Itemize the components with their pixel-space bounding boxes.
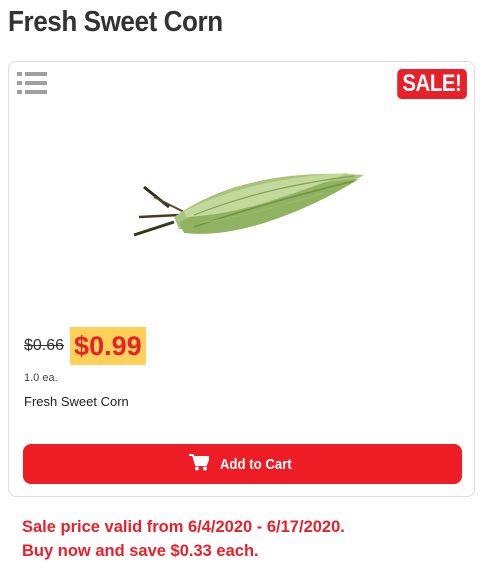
old-price: $0.66 xyxy=(24,337,65,354)
corn-image xyxy=(124,167,364,247)
add-to-cart-label: Add to Cart xyxy=(219,455,292,473)
product-name: Fresh Sweet Corn xyxy=(24,394,129,409)
sale-notice: Sale price valid from 6/4/2020 - 6/17/20… xyxy=(22,515,345,563)
cart-icon xyxy=(188,453,211,475)
sale-badge: SALE! xyxy=(396,69,466,99)
savings-text: Buy now and save $0.33 each. xyxy=(22,542,259,560)
add-to-cart-button[interactable]: Add to Cart xyxy=(23,444,462,484)
list-icon[interactable] xyxy=(17,70,47,96)
unit-quantity: 1.0 ea. xyxy=(24,372,58,384)
product-card: SALE! $0.66 $0.99 1.0 ea. Fresh Sweet Co… xyxy=(8,61,475,497)
page-title: Fresh Sweet Corn xyxy=(8,6,223,38)
sale-price: $0.99 xyxy=(70,327,146,365)
sale-validity-text: Sale price valid from 6/4/2020 - 6/17/20… xyxy=(22,518,345,536)
price-row: $0.66 $0.99 xyxy=(24,327,146,365)
